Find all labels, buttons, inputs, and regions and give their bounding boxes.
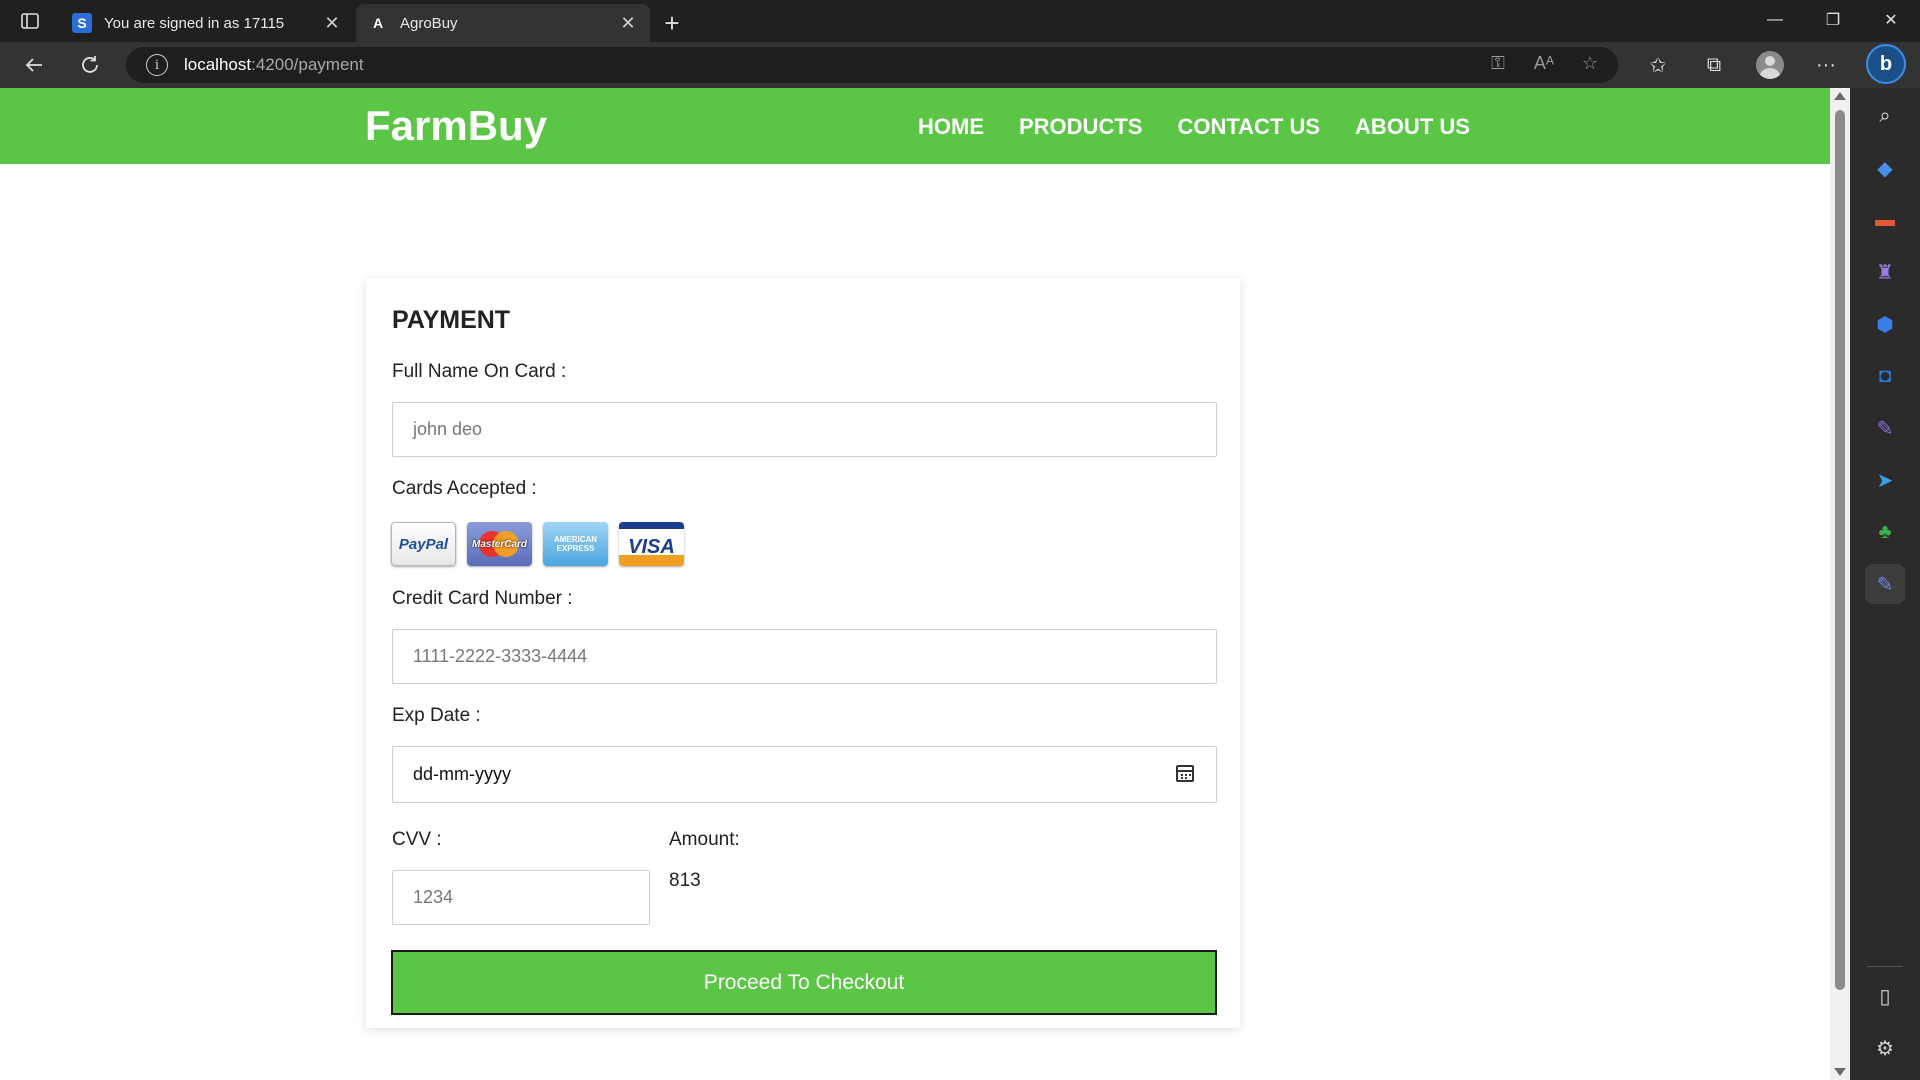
site-navbar: FarmBuy HOME PRODUCTS CONTACT US ABOUT U… — [0, 88, 1830, 164]
designer-icon[interactable]: ✎ — [1865, 408, 1905, 448]
nav-products[interactable]: PRODUCTS — [1019, 114, 1142, 140]
page-viewport: FarmBuy HOME PRODUCTS CONTACT US ABOUT U… — [0, 88, 1830, 1080]
mastercard-text: MasterCard — [471, 538, 528, 550]
visa-card-icon: VISA — [619, 522, 684, 566]
amount-label: Amount: — [669, 829, 740, 850]
window-controls: — ❐ ✕ — [1746, 0, 1920, 40]
back-arrow-icon[interactable] — [12, 47, 56, 83]
site-info-icon[interactable]: i — [146, 54, 168, 76]
tab-close-icon[interactable]: ✕ — [322, 13, 342, 33]
refresh-icon[interactable] — [68, 47, 112, 83]
nav-menu: HOME PRODUCTS CONTACT US ABOUT US — [918, 114, 1470, 140]
browser-tab-agrobuy[interactable]: A AgroBuy ✕ — [356, 4, 650, 42]
amount-value: 813 — [669, 870, 701, 891]
scroll-up-icon[interactable] — [1834, 92, 1846, 100]
window-close-icon[interactable]: ✕ — [1862, 0, 1920, 40]
page-scrollbar[interactable] — [1830, 88, 1850, 1080]
edge-sidebar: ⌕ ◆ ▬ ♜ ⬢ ◘ ✎ ➤ ♣ ✎ ▯ ⚙ — [1850, 88, 1920, 1080]
sidebar-toggle-icon[interactable]: ▯ — [1865, 976, 1905, 1016]
full-name-input[interactable]: john deo — [392, 402, 1217, 457]
cards-accepted-label: Cards Accepted : — [392, 478, 537, 499]
outlook-icon[interactable]: ◘ — [1865, 356, 1905, 396]
exp-date-label: Exp Date : — [392, 705, 481, 726]
cvv-input[interactable]: 1234 — [392, 870, 650, 925]
angular-favicon-icon: A — [368, 13, 388, 33]
profile-avatar-icon[interactable] — [1742, 48, 1798, 82]
nav-home[interactable]: HOME — [918, 114, 984, 140]
exp-date-input[interactable]: dd-mm-yyyy — [392, 746, 1217, 803]
credit-card-number-input[interactable]: 1111-2222-3333-4444 — [392, 629, 1217, 684]
scrollbar-thumb[interactable] — [1835, 110, 1845, 990]
tab-title: AgroBuy — [400, 14, 458, 32]
payment-card: PAYMENT Full Name On Card : john deo Car… — [366, 278, 1240, 1028]
restore-icon[interactable]: ❐ — [1804, 0, 1862, 40]
tab-title: You are signed in as 17115 — [104, 14, 285, 32]
visa-text: VISA — [628, 536, 675, 558]
s-favicon-icon: S — [72, 13, 92, 33]
nav-about-us[interactable]: ABOUT US — [1355, 114, 1470, 140]
read-aloud-icon[interactable]: Aᴬ — [1532, 53, 1556, 74]
mastercard-card-icon: MasterCard — [467, 522, 532, 566]
exp-date-value: dd-mm-yyyy — [413, 764, 511, 784]
calendar-icon[interactable] — [1176, 765, 1194, 782]
bing-copilot-icon[interactable]: b — [1866, 44, 1906, 84]
games-icon[interactable]: ♜ — [1865, 252, 1905, 292]
payment-heading: PAYMENT — [392, 306, 511, 334]
amex-card-icon: AMERICAN EXPRESS — [543, 522, 608, 566]
add-sidebar-app-icon[interactable]: ✎ — [1865, 564, 1905, 604]
url-host: localhost — [184, 55, 252, 74]
more-options-icon[interactable]: ··· — [1798, 48, 1854, 82]
amex-text: AMERICAN EXPRESS — [553, 535, 598, 553]
url-path: :4200/payment — [251, 55, 364, 74]
tab-close-icon[interactable]: ✕ — [618, 13, 638, 33]
settings-gear-icon[interactable]: ⚙ — [1865, 1028, 1905, 1068]
cvv-label: CVV : — [392, 829, 442, 850]
favorites-icon[interactable]: ✩ — [1630, 48, 1686, 82]
scroll-down-icon[interactable] — [1834, 1068, 1846, 1076]
paypal-card-icon: PayPal — [391, 522, 456, 566]
key-icon[interactable]: ⚿ — [1486, 53, 1510, 74]
minimize-icon[interactable]: — — [1746, 0, 1804, 40]
credit-card-number-label: Credit Card Number : — [392, 588, 573, 609]
paypal-text: PayPal — [398, 535, 449, 553]
full-name-label: Full Name On Card : — [392, 361, 567, 382]
nav-contact-us[interactable]: CONTACT US — [1177, 114, 1320, 140]
brand-logo[interactable]: FarmBuy — [365, 102, 547, 150]
new-tab-icon[interactable]: + — [652, 4, 692, 42]
tree-icon[interactable]: ♣ — [1865, 512, 1905, 552]
browser-tab-signed-in[interactable]: S You are signed in as 17115 ✕ — [60, 4, 354, 42]
add-favorite-icon[interactable]: ☆ — [1578, 53, 1602, 74]
browser-toolbar: ✩ ⧉ ··· — [1630, 48, 1854, 82]
accepted-cards: PayPal MasterCard AMERICAN EXPRESS VISA — [391, 522, 684, 566]
browser-tab-bar: S You are signed in as 17115 ✕ A AgroBuy… — [0, 0, 1920, 42]
shopping-tag-icon[interactable]: ◆ — [1865, 148, 1905, 188]
url-field[interactable]: i localhost:4200/payment ⚿ Aᴬ ☆ — [126, 47, 1618, 83]
tab-actions-icon[interactable] — [0, 0, 60, 42]
sidebar-divider — [1867, 966, 1903, 967]
proceed-to-checkout-button[interactable]: Proceed To Checkout — [391, 950, 1217, 1015]
url-actions: ⚿ Aᴬ ☆ — [1486, 53, 1602, 74]
send-icon[interactable]: ➤ — [1865, 460, 1905, 500]
tools-briefcase-icon[interactable]: ▬ — [1865, 200, 1905, 240]
address-bar: i localhost:4200/payment ⚿ Aᴬ ☆ ✩ ⧉ ··· … — [0, 42, 1920, 88]
collections-icon[interactable]: ⧉ — [1686, 48, 1742, 82]
copilot-icon[interactable]: ⬢ — [1865, 304, 1905, 344]
search-icon[interactable]: ⌕ — [1865, 96, 1905, 136]
